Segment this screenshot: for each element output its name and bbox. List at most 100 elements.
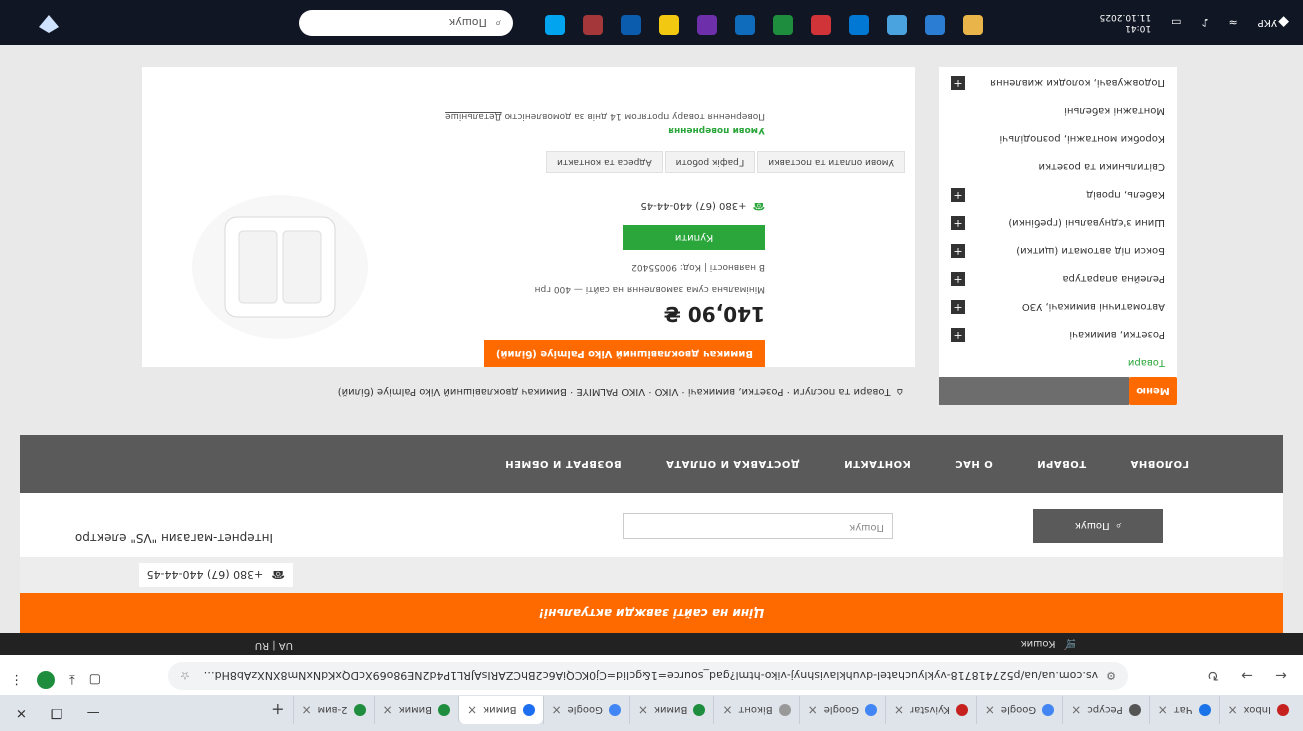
download-icon[interactable]: ⤓ — [69, 673, 75, 688]
reload-icon[interactable]: ↻ — [1199, 661, 1227, 689]
minimize-icon[interactable]: — — [87, 706, 100, 721]
nav-item[interactable]: ВОЗВРАТ И ОБМЕН — [505, 459, 622, 470]
category-item[interactable]: Бокси під автомати (щитки) + — [939, 237, 1177, 265]
browser-tab[interactable]: Kyivstar × — [884, 696, 976, 724]
close-window-icon[interactable]: ✕ — [16, 706, 27, 721]
tab-close-icon[interactable]: × — [1158, 703, 1168, 717]
bookmark-star-icon[interactable]: ☆ — [180, 670, 190, 683]
profile-avatar[interactable] — [37, 671, 55, 689]
taskbar-app-icon[interactable] — [925, 15, 945, 35]
category-item[interactable]: Подовжувачі, колодки живлення + — [939, 69, 1177, 97]
expand-plus-icon[interactable]: + — [951, 188, 965, 202]
expand-plus-icon[interactable]: + — [951, 76, 965, 90]
expand-plus-icon[interactable]: + — [951, 216, 965, 230]
category-item[interactable]: Кабель, провід + — [939, 181, 1177, 209]
taskbar-app-icon[interactable] — [773, 15, 793, 35]
browser-tab[interactable]: Google × — [975, 696, 1063, 724]
taskbar-lang[interactable]: УКР — [1258, 17, 1277, 28]
volume-icon[interactable]: ♪ — [1202, 16, 1209, 29]
tab-close-icon[interactable]: × — [1228, 703, 1238, 717]
return-details-link[interactable]: Детальніше — [445, 111, 502, 121]
taskbar-app-icon[interactable] — [583, 15, 603, 35]
buy-button[interactable]: Купити — [623, 225, 765, 250]
language-switch[interactable]: UA | RU — [255, 640, 293, 651]
tab-close-icon[interactable]: × — [467, 703, 477, 717]
browser-tab[interactable]: Вимик × — [458, 696, 543, 724]
availability-code: В наявності | Код: 90055402 — [631, 262, 765, 272]
category-item[interactable]: Товари — [939, 349, 1177, 377]
nav-item[interactable]: ТОВАРИ — [1037, 459, 1086, 470]
cart-area[interactable]: 🛒 Кошик — [1021, 633, 1076, 655]
tab-close-icon[interactable]: × — [1071, 703, 1081, 717]
search-button[interactable]: ⌕ Пошук — [1033, 509, 1163, 543]
tab-close-icon[interactable]: × — [302, 703, 312, 717]
browser-tab[interactable]: Google × — [542, 696, 629, 724]
browser-tab[interactable]: Вимик × — [373, 696, 459, 724]
taskbar-app-icon[interactable] — [735, 15, 755, 35]
taskbar-app-icon[interactable] — [811, 15, 831, 35]
category-item[interactable]: Монтажні кабельні — [939, 97, 1177, 125]
taskbar-app-icon[interactable] — [621, 15, 641, 35]
taskbar-app-icon[interactable] — [963, 15, 983, 35]
extensions-icon[interactable]: ▢ — [89, 673, 101, 688]
menu-icon[interactable]: ⋮ — [10, 673, 23, 688]
taskbar-app-icon[interactable] — [659, 15, 679, 35]
category-item[interactable]: Коробки монтажні, розподільчі — [939, 125, 1177, 153]
expand-plus-icon[interactable]: + — [951, 328, 965, 342]
category-item[interactable]: Світильники та розетки — [939, 153, 1177, 181]
nav-item[interactable]: КОНТАКТИ — [844, 459, 911, 470]
header-phone[interactable]: ☎ +380 (67) 440-44-45 — [138, 563, 293, 587]
tab-close-icon[interactable]: × — [638, 703, 648, 717]
search-input[interactable]: Пошук — [623, 513, 893, 539]
site-settings-icon[interactable]: ⚙ — [1106, 670, 1116, 683]
taskbar-app-icon[interactable] — [545, 15, 565, 35]
browser-tab[interactable]: Inbox × — [1218, 696, 1297, 724]
browser-tab[interactable]: 2-вим × — [292, 696, 374, 724]
widgets-icon[interactable] — [35, 9, 63, 37]
tab-close-icon[interactable]: × — [894, 703, 904, 717]
expand-plus-icon[interactable]: + — [951, 300, 965, 314]
windows-start-icon[interactable]: ◆ — [1278, 15, 1289, 31]
tab-close-icon[interactable]: × — [383, 703, 393, 717]
clock[interactable]: 10:41 11.10.2025 — [1100, 12, 1152, 34]
url-field[interactable]: ⚙ vs.com.ua/ua/p527418718-vyklyuchatel-d… — [168, 662, 1128, 690]
nav-item[interactable]: ДОСТАВКА И ОПЛАТА — [666, 459, 800, 470]
taskbar-app-icon[interactable] — [697, 15, 717, 35]
wifi-icon[interactable]: ≈ — [1229, 16, 1238, 29]
browser-tab[interactable]: Чат × — [1148, 696, 1219, 724]
tab-label: Віконт — [738, 704, 773, 716]
back-icon[interactable]: ← — [1267, 661, 1295, 689]
info-tab[interactable]: Графік роботи — [664, 151, 756, 173]
taskbar-app-icon[interactable] — [849, 15, 869, 35]
taskbar-search[interactable]: ⌕ Пошук — [299, 10, 513, 36]
category-item[interactable]: Шини з'єднувальні (гребінки) + — [939, 209, 1177, 237]
browser-tab[interactable]: Ресурс × — [1062, 696, 1149, 724]
info-tab[interactable]: Умови оплати та поставки — [757, 151, 905, 173]
browser-tab[interactable]: Вимик × — [628, 696, 714, 724]
browser-tab[interactable]: Віконт × — [713, 696, 799, 724]
url-text: vs.com.ua/ua/p527418718-vyklyuchatel-dvu… — [197, 669, 1099, 683]
expand-plus-icon[interactable]: + — [951, 244, 965, 258]
tab-close-icon[interactable]: × — [985, 703, 995, 717]
category-item[interactable]: Розетки, вимикачі + — [939, 321, 1177, 349]
category-item[interactable]: Автоматичні вимикачі, УЗО + — [939, 293, 1177, 321]
category-item[interactable]: Релейна апаратура + — [939, 265, 1177, 293]
info-tab[interactable]: Адреса та контакти — [546, 151, 663, 173]
catalog-menu-button[interactable]: Меню — [1129, 377, 1177, 405]
product-image[interactable] — [185, 187, 375, 347]
tab-close-icon[interactable]: × — [722, 703, 732, 717]
tab-close-icon[interactable]: × — [552, 703, 562, 717]
tab-close-icon[interactable]: × — [808, 703, 818, 717]
expand-plus-icon[interactable]: + — [951, 272, 965, 286]
nav-item[interactable]: ГОЛОВНА — [1130, 459, 1189, 470]
forward-icon[interactable]: → — [1233, 661, 1261, 689]
new-tab-button[interactable]: + — [263, 696, 292, 724]
restore-icon[interactable]: ❐ — [51, 706, 63, 721]
nav-item[interactable]: О НАС — [955, 459, 993, 470]
product-phone[interactable]: ☎ +380 (67) 440-44-45 — [465, 200, 765, 211]
battery-icon[interactable]: ▭ — [1171, 16, 1181, 29]
taskbar-app-icon[interactable] — [887, 15, 907, 35]
browser-tab[interactable]: Google × — [798, 696, 885, 724]
home-icon[interactable]: ⌂ — [897, 387, 903, 398]
breadcrumb-text[interactable]: Товари та послуги · Розетки, вимикачі · … — [338, 387, 891, 398]
